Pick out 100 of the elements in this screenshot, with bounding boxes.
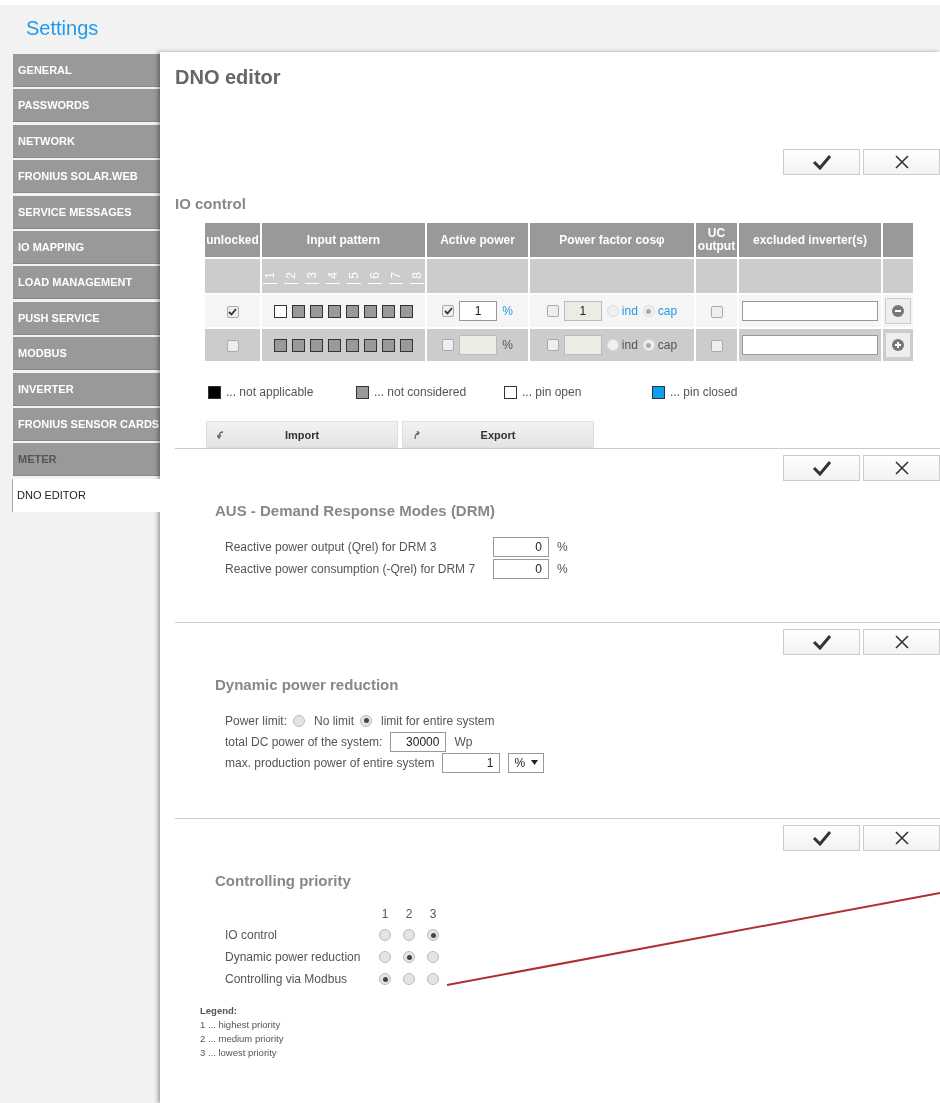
pin-square[interactable] <box>346 338 359 352</box>
minus-icon <box>892 305 904 317</box>
radio-button[interactable] <box>427 973 439 985</box>
confirm-button[interactable] <box>783 455 860 481</box>
confirm-button[interactable] <box>783 629 860 655</box>
legend-text: 2 ... medium priority <box>200 1032 285 1046</box>
input-field[interactable]: 30000 <box>390 731 447 752</box>
unit-dropdown[interactable]: % <box>508 752 545 773</box>
input-field[interactable] <box>742 335 878 355</box>
radio-button[interactable] <box>403 973 415 985</box>
pin-square[interactable] <box>364 304 377 318</box>
sidebar-item[interactable]: FRONIUS SOLAR.WEB <box>13 160 160 194</box>
pin-square[interactable] <box>292 304 305 318</box>
unit-label: % <box>557 540 568 554</box>
radio-button[interactable] <box>379 973 391 985</box>
sidebar-item[interactable]: DNO EDITOR <box>12 478 162 512</box>
pin-square[interactable] <box>346 304 359 318</box>
import-button[interactable]: Import <box>206 421 398 448</box>
pin-square[interactable] <box>382 338 395 352</box>
checkbox[interactable] <box>710 305 723 318</box>
radio-button[interactable] <box>379 929 391 941</box>
caret-icon <box>531 760 539 765</box>
sidebar-item[interactable]: MODBUS <box>13 337 160 371</box>
close-button[interactable] <box>863 825 940 851</box>
column-header: Active power <box>427 223 528 257</box>
pin-square[interactable] <box>400 338 413 352</box>
confirm-button[interactable] <box>783 825 860 851</box>
sidebar-item[interactable]: INVERTER <box>13 372 160 406</box>
pin-square[interactable] <box>274 338 287 352</box>
radio-button[interactable] <box>379 951 391 963</box>
close-icon <box>893 634 910 650</box>
checkbox[interactable] <box>546 305 559 317</box>
column-header: Input pattern <box>262 223 425 257</box>
field-label: total DC power of the system: <box>225 734 383 749</box>
checkbox[interactable] <box>442 339 455 351</box>
confirm-button[interactable] <box>783 149 860 175</box>
field-label: Reactive power consumption (-Qrel) for DRM 7 <box>225 562 477 576</box>
close-icon <box>893 460 910 476</box>
option-label: No limit <box>314 713 355 728</box>
input-field[interactable] <box>742 301 878 321</box>
plus-icon <box>892 339 904 351</box>
pin-square[interactable] <box>292 338 305 352</box>
radio-button[interactable] <box>642 339 655 351</box>
option-label: cap <box>657 304 678 318</box>
sidebar-item[interactable]: FRONIUS SENSOR CARDS <box>13 407 160 441</box>
add-button[interactable] <box>885 332 911 358</box>
sidebar-item[interactable]: PASSWORDS <box>13 89 160 123</box>
option-label: cap <box>657 338 678 352</box>
close-button[interactable] <box>863 455 940 481</box>
input-field[interactable] <box>459 335 498 355</box>
column-header: unlocked <box>205 223 260 257</box>
input-field[interactable]: 1 <box>563 301 602 321</box>
close-icon <box>893 154 910 170</box>
field-label: max. production power of entire system <box>225 755 435 770</box>
radio-button[interactable] <box>403 951 415 963</box>
option-label: ind <box>621 338 638 352</box>
export-button[interactable]: Export <box>402 421 594 448</box>
column-header: Power factor cosφ <box>530 223 694 257</box>
checkbox[interactable] <box>226 339 239 352</box>
sidebar-item[interactable]: PUSH SERVICE <box>13 301 160 335</box>
unit-label: % <box>557 562 568 576</box>
sidebar-item[interactable]: GENERAL <box>13 54 160 87</box>
row-label: Controlling via Modbus <box>225 972 349 986</box>
pin-square[interactable] <box>400 304 413 318</box>
radio-button[interactable] <box>403 929 415 941</box>
curved-arrow-icon <box>413 431 421 440</box>
sidebar-item[interactable]: SERVICE MESSAGES <box>13 195 160 229</box>
sidebar-item[interactable]: IO MAPPING <box>13 230 160 264</box>
checkbox[interactable] <box>442 305 455 317</box>
checkbox[interactable] <box>226 305 239 318</box>
radio-button[interactable] <box>427 929 439 941</box>
pin-square[interactable] <box>328 304 341 318</box>
pin-square[interactable] <box>310 304 323 318</box>
option-label: ind <box>621 304 638 318</box>
field-label: Reactive power output (Qrel) for DRM 3 <box>225 540 438 554</box>
pin-square[interactable] <box>310 338 323 352</box>
section-heading: Dynamic power reduction <box>214 676 400 694</box>
sidebar-item[interactable]: NETWORK <box>13 124 160 158</box>
radio-button[interactable] <box>606 339 619 351</box>
pin-square[interactable] <box>274 304 287 318</box>
section-heading: AUS - Demand Response Modes (DRM) <box>214 502 497 520</box>
checkbox[interactable] <box>546 339 559 351</box>
pin-square[interactable] <box>364 338 377 352</box>
input-field[interactable]: 1 <box>459 301 498 321</box>
close-button[interactable] <box>863 149 940 175</box>
radio-button[interactable] <box>642 305 655 317</box>
input-field[interactable]: 0 <box>493 537 549 557</box>
sidebar-item[interactable]: LOAD MANAGEMENT <box>13 266 160 300</box>
radio-button[interactable] <box>360 714 373 727</box>
radio-button[interactable] <box>427 951 439 963</box>
remove-button[interactable] <box>885 298 911 324</box>
input-field[interactable]: 1 <box>442 752 501 773</box>
input-field[interactable]: 0 <box>493 559 549 579</box>
close-button[interactable] <box>863 629 940 655</box>
pin-square[interactable] <box>328 338 341 352</box>
checkbox[interactable] <box>710 339 723 352</box>
column-header: 3 <box>428 907 438 921</box>
radio-button[interactable] <box>293 714 305 727</box>
input-field[interactable] <box>563 335 602 355</box>
pin-square[interactable] <box>382 304 395 318</box>
